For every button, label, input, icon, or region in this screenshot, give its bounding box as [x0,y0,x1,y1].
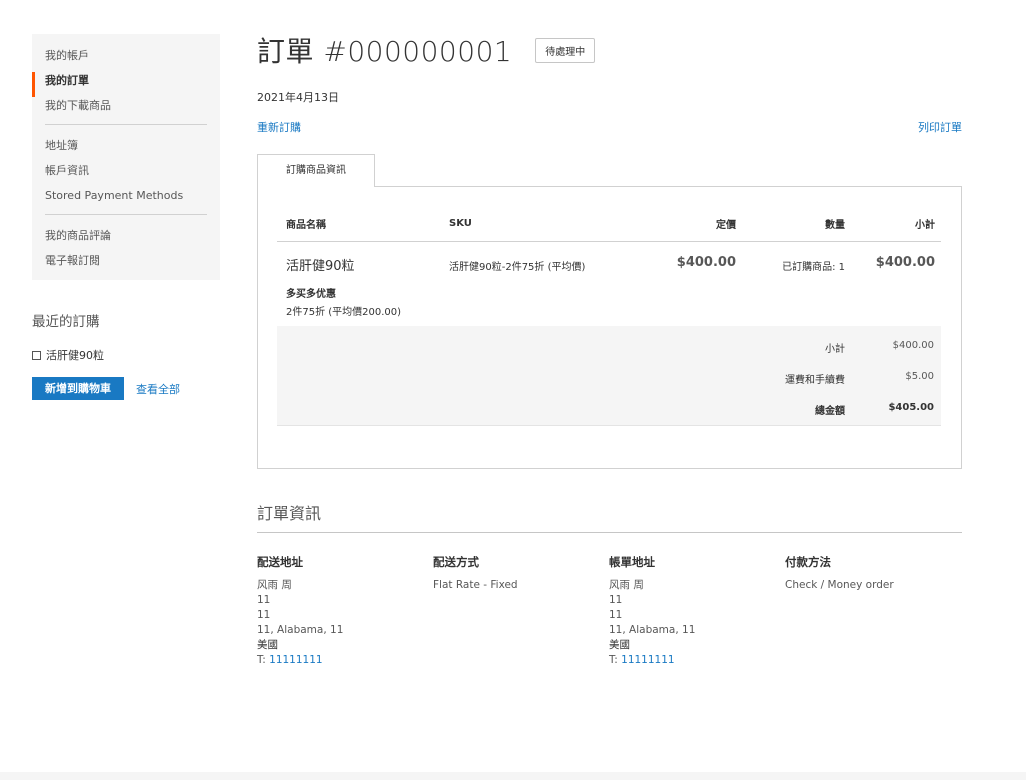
col-subtotal: 小計 [845,207,941,242]
order-info-grid: 配送地址 风雨 周 11 11 11, Alabama, 11 美國 T: 11… [257,555,962,668]
option-label: 多买多优惠 [286,288,336,300]
footer-band [0,772,1026,780]
nav-item-downloadable-products[interactable]: 我的下載商品 [32,97,220,122]
items-ordered-panel: 商品名稱 SKU 定價 數量 小計 活肝健90粒 多买多优惠 2件75折 (平均… [257,186,962,469]
subtotal-label: 小計 [825,344,845,355]
grand-total-label: 總金額 [815,406,845,417]
nav-item-product-reviews[interactable]: 我的商品評論 [32,227,220,252]
shipping-address-heading: 配送地址 [257,555,303,569]
shipping-address-box: 配送地址 风雨 周 11 11 11, Alabama, 11 美國 T: 11… [257,555,433,668]
shipping-row: 運費和手續費 $5.00 [277,371,941,402]
recent-item-name: 活肝健90粒 [46,349,104,362]
reorder-link[interactable]: 重新訂購 [257,119,301,135]
order-info-title: 訂單資訊 [257,500,962,533]
billing-name: 风雨 周 [609,579,644,591]
view-all-link[interactable]: 查看全部 [136,381,180,397]
shipping-label: 運費和手續費 [785,375,845,386]
item-qty: 已訂購商品: 1 [782,261,845,273]
page-title: 訂單 #000000001 [257,35,513,68]
order-actions: 重新訂購 列印訂單 [257,119,962,135]
billing-line1: 11 [609,594,623,606]
item-sku: 活肝健90粒-2件75折 (平均價) [449,261,586,273]
nav-divider [45,214,207,215]
nav-item-newsletter[interactable]: 電子報訂閱 [32,252,220,277]
billing-address-box: 帳單地址 风雨 周 11 11 11, Alabama, 11 美國 T: 11… [609,555,785,668]
shipping-value: $5.00 [905,371,934,382]
subtotal-row: 小計 $400.00 [277,340,941,371]
shipping-method-heading: 配送方式 [433,555,479,569]
nav-item-account-info[interactable]: 帳戶資訊 [32,162,220,187]
grand-total-value: $405.00 [888,402,934,413]
shipping-name: 风雨 周 [257,579,292,591]
recent-order-item[interactable]: 活肝健90粒 [32,347,220,363]
col-price: 定價 [639,207,736,242]
table-row: 活肝健90粒 多买多优惠 2件75折 (平均價200.00) 活肝健90粒-2件… [277,241,941,326]
order-date: 2021年4月13日 [257,91,339,104]
billing-city: 11, Alabama, 11 [609,624,696,636]
account-nav: 我的帳戶 我的訂單 我的下載商品 地址簿 帳戶資訊 Stored Payment… [32,34,220,280]
item-sku-cell: 活肝健90粒-2件75折 (平均價) [449,241,639,326]
nav-item-my-orders[interactable]: 我的訂單 [32,72,220,97]
billing-phone-prefix: T: [609,654,622,666]
item-price-cell: $400.00 [639,241,736,326]
col-product-name: 商品名稱 [277,207,449,242]
shipping-phone-link[interactable]: 11111111 [269,654,322,666]
billing-line2: 11 [609,609,623,621]
shipping-country: 美國 [257,639,278,651]
payment-method-heading: 付款方法 [785,555,831,569]
status-badge: 待處理中 [535,37,596,63]
item-qty-cell: 已訂購商品: 1 [736,241,845,326]
shipping-phone-prefix: T: [257,654,270,666]
nav-item-address-book[interactable]: 地址簿 [32,137,220,162]
product-name: 活肝健90粒 [286,258,355,274]
billing-country: 美國 [609,639,630,651]
payment-method-box: 付款方法 Check / Money order [785,555,961,668]
nav-item-stored-payment-methods[interactable]: Stored Payment Methods [32,187,220,212]
order-items-table: 商品名稱 SKU 定價 數量 小計 活肝健90粒 多买多优惠 2件75折 (平均… [277,207,941,326]
billing-phone-link[interactable]: 11111111 [621,654,674,666]
tab-items-ordered[interactable]: 訂購商品資訊 [257,154,375,187]
item-subtotal-cell: $400.00 [845,241,941,326]
print-order-link[interactable]: 列印訂單 [918,119,962,135]
nav-item-my-account[interactable]: 我的帳戶 [32,47,220,72]
recent-item-checkbox[interactable] [32,350,41,360]
shipping-line1: 11 [257,594,271,606]
item-price: $400.00 [676,254,736,270]
recent-orders-title: 最近的訂購 [32,314,100,330]
billing-address-heading: 帳單地址 [609,555,655,569]
nav-divider [45,124,207,125]
billing-phone-line: T: 11111111 [609,653,785,668]
table-header-row: 商品名稱 SKU 定價 數量 小計 [277,207,941,242]
option-value: 2件75折 (平均價200.00) [286,306,402,318]
shipping-method-box: 配送方式 Flat Rate - Fixed [433,555,609,668]
add-to-cart-button[interactable]: 新增到購物車 [32,377,124,400]
shipping-method-value: Flat Rate - Fixed [433,579,518,591]
shipping-line2: 11 [257,609,271,621]
col-qty: 數量 [736,207,845,242]
order-main: 訂單 #000000001 待處理中 2021年4月13日 重新訂購 列印訂單 … [257,30,962,668]
order-tabs: 訂購商品資訊 [257,154,962,187]
recent-orders-block: 最近的訂購 活肝健90粒 新增到購物車 查看全部 [32,310,220,400]
payment-method-value: Check / Money order [785,579,894,591]
recent-actions: 新增到購物車 查看全部 [32,377,220,400]
item-subtotal: $400.00 [875,254,935,270]
shipping-city: 11, Alabama, 11 [257,624,344,636]
title-row: 訂單 #000000001 待處理中 [257,30,962,70]
order-totals: 小計 $400.00 運費和手續費 $5.00 總金額 $405.00 [277,326,941,426]
col-sku: SKU [449,207,639,242]
shipping-phone-line: T: 11111111 [257,653,433,668]
item-name-cell: 活肝健90粒 多买多优惠 2件75折 (平均價200.00) [277,241,449,326]
grand-total-row: 總金額 $405.00 [277,402,941,433]
subtotal-value: $400.00 [892,340,934,351]
